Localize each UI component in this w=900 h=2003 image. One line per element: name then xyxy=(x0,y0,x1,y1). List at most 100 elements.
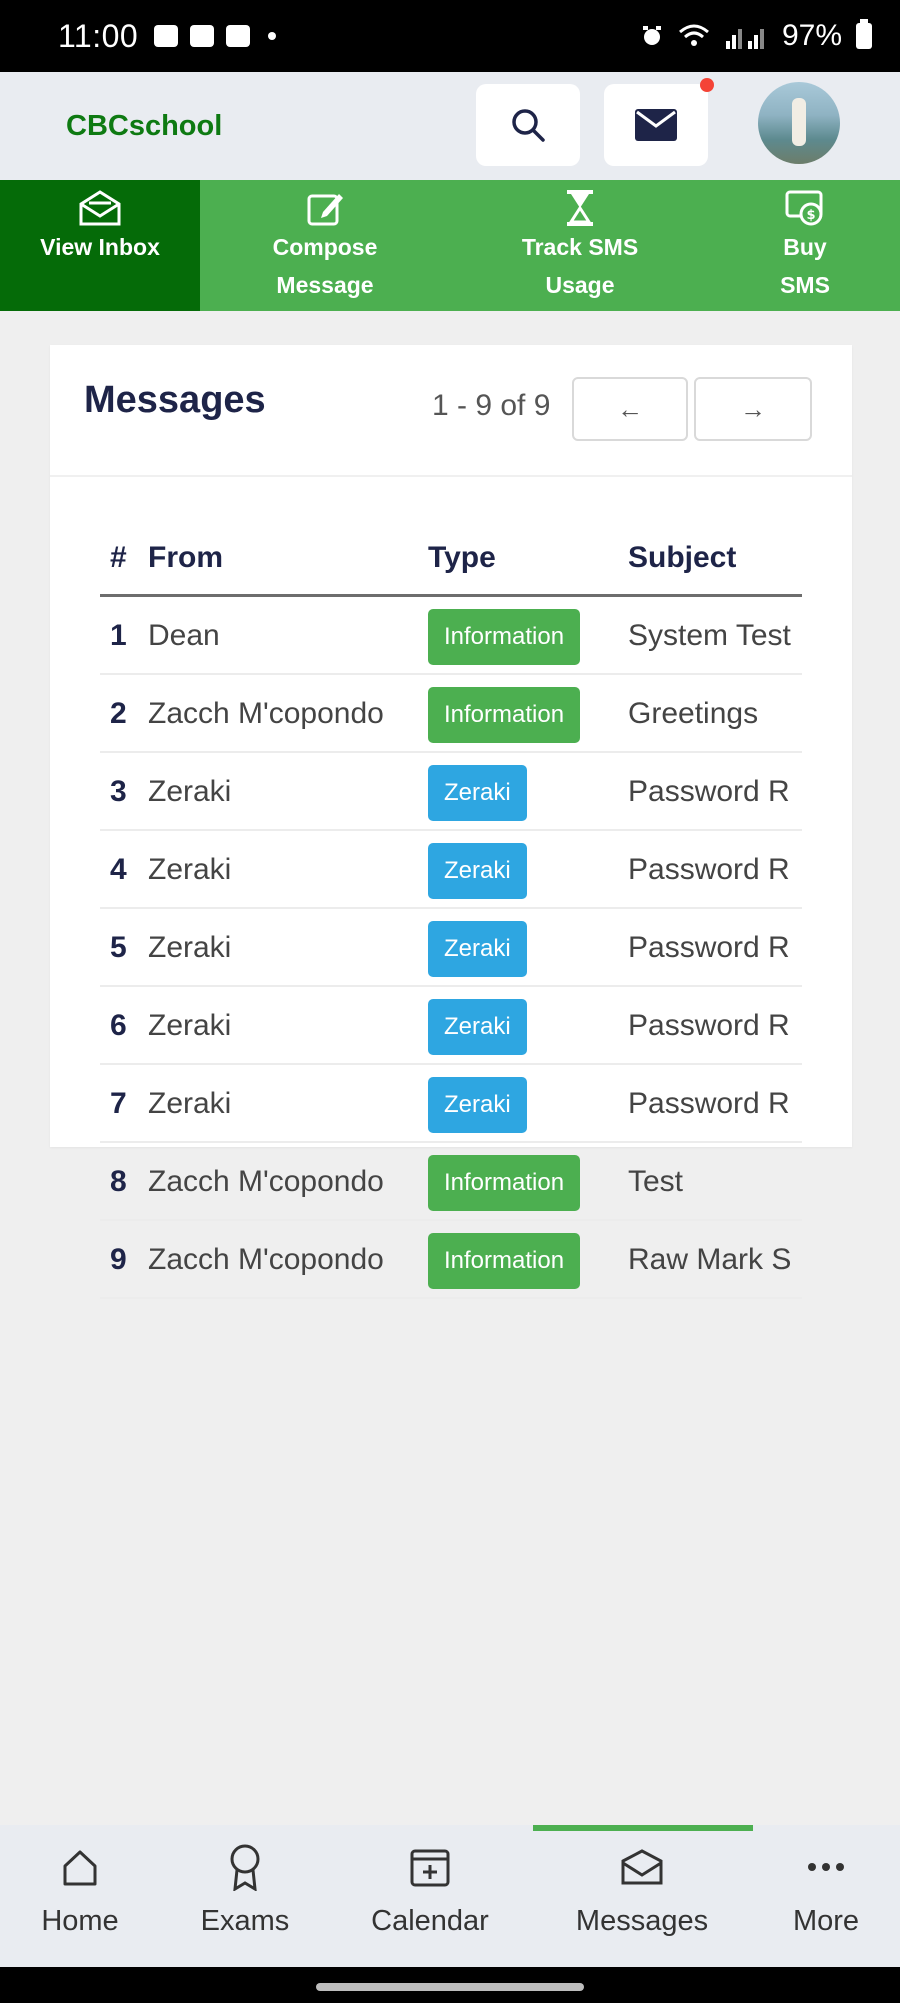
table-row[interactable]: 3 Zeraki Zeraki Password R xyxy=(100,753,802,831)
avatar[interactable] xyxy=(758,82,840,164)
message-type-badge: Information xyxy=(428,609,581,665)
svg-text:$: $ xyxy=(806,208,815,223)
nav-home-label: Home xyxy=(41,1905,119,1937)
message-type-badge: Information xyxy=(428,1155,581,1211)
next-page-button[interactable]: → xyxy=(694,377,812,441)
status-time: 11:00 xyxy=(58,17,139,54)
calendar-icon xyxy=(410,1849,450,1887)
row-subject: Password R xyxy=(628,853,790,886)
row-number: 4 xyxy=(110,853,127,886)
arrow-left-icon: ← xyxy=(617,393,643,424)
row-subject: Password R xyxy=(628,775,790,808)
row-number: 9 xyxy=(110,1243,127,1276)
table-row[interactable]: 5 Zeraki Zeraki Password R xyxy=(100,909,802,987)
nav-exams-label: Exams xyxy=(200,1905,290,1937)
envelope-icon xyxy=(621,1849,663,1885)
table-row[interactable]: 9 Zacch M'copondo Information Raw Mark S xyxy=(100,1221,802,1299)
table-row[interactable]: 6 Zeraki Zeraki Password R xyxy=(100,987,802,1065)
compose-message-label: Compose Message xyxy=(272,234,378,298)
bottom-navigation: Home Exams Calendar Messages More xyxy=(0,1825,900,1967)
row-sender: Zeraki xyxy=(148,1009,232,1042)
search-icon xyxy=(512,109,545,142)
column-header-type[interactable]: Type xyxy=(428,541,496,575)
app-header: CBCschool xyxy=(0,72,900,180)
message-type-badge: Information xyxy=(428,1233,581,1289)
view-inbox-button[interactable]: View Inbox xyxy=(0,180,200,311)
message-type-badge: Zeraki xyxy=(428,999,527,1055)
messages-card: Messages 1 - 9 of 9 ← → # From Type Subj… xyxy=(50,345,852,1299)
nav-messages-label: Messages xyxy=(575,1905,709,1937)
calendar-notification-icon xyxy=(226,25,251,47)
search-button[interactable] xyxy=(476,84,580,166)
message-type-badge: Zeraki xyxy=(428,921,527,977)
row-number: 7 xyxy=(110,1087,127,1120)
row-number: 5 xyxy=(110,931,127,964)
table-row[interactable]: 4 Zeraki Zeraki Password R xyxy=(100,831,802,909)
column-header-from[interactable]: From xyxy=(148,541,223,575)
system-icons: 97% xyxy=(640,19,872,53)
hourglass-icon xyxy=(567,190,593,226)
message-type-badge: Zeraki xyxy=(428,765,527,821)
track-sms-usage-label: Track SMS Usage xyxy=(521,234,639,298)
home-gesture-handle[interactable] xyxy=(316,1983,584,1991)
row-number: 3 xyxy=(110,775,127,808)
nav-more[interactable]: More xyxy=(780,1825,872,1967)
card-divider xyxy=(50,475,852,477)
gesture-navigation-bar xyxy=(0,1967,900,2003)
nav-calendar[interactable]: Calendar xyxy=(360,1825,500,1967)
row-sender: Zacch M'copondo xyxy=(148,697,384,730)
message-action-bar: View Inbox Compose Message Track SMS Usa… xyxy=(0,180,900,311)
alarm-icon xyxy=(642,26,661,45)
row-subject: Password R xyxy=(628,931,790,964)
message-type-badge: Zeraki xyxy=(428,843,527,899)
message-type-badge: Zeraki xyxy=(428,1077,527,1133)
battery-icon xyxy=(856,19,872,49)
award-icon xyxy=(230,1844,260,1891)
avatar-photo xyxy=(792,98,806,146)
previous-page-button[interactable]: ← xyxy=(572,377,688,441)
row-sender: Zacch M'copondo xyxy=(148,1243,384,1276)
nav-exams[interactable]: Exams xyxy=(188,1825,302,1967)
arrow-right-icon: → xyxy=(740,393,766,424)
row-subject: Password R xyxy=(628,1009,790,1042)
buy-sms-button[interactable]: $ Buy SMS xyxy=(710,180,900,311)
buy-sms-label: Buy SMS xyxy=(780,234,830,298)
edit-icon xyxy=(307,194,343,226)
pagination-range: 1 - 9 of 9 xyxy=(432,389,551,422)
row-sender: Zeraki xyxy=(148,853,232,886)
mail-button[interactable] xyxy=(604,78,714,166)
youtube-notification-icon xyxy=(190,25,215,47)
messages-table: # From Type Subject 1 Dean Information Syst… xyxy=(100,523,802,1299)
signal-icon xyxy=(725,29,764,49)
table-row[interactable]: 8 Zacch M'copondo Information Test xyxy=(100,1143,802,1221)
gallery-notification-icon xyxy=(154,25,179,47)
message-type-badge: Information xyxy=(428,687,581,743)
row-subject: System Test xyxy=(628,619,791,652)
compose-message-button[interactable]: Compose Message xyxy=(200,180,450,311)
status-bar: 11:00 97% xyxy=(0,0,900,72)
more-notifications-dot xyxy=(268,32,277,40)
column-header-subject[interactable]: Subject xyxy=(628,541,736,575)
table-row[interactable]: 2 Zacch M'copondo Information Greetings xyxy=(100,675,802,753)
active-tab-indicator xyxy=(533,1825,753,1831)
column-header-number[interactable]: # xyxy=(110,541,127,575)
nav-home[interactable]: Home xyxy=(28,1825,132,1967)
view-inbox-label: View Inbox xyxy=(40,234,160,260)
nav-calendar-label: Calendar xyxy=(371,1905,489,1937)
table-header: # From Type Subject xyxy=(100,523,802,597)
nav-messages[interactable]: Messages xyxy=(556,1825,728,1967)
notification-icons xyxy=(154,25,277,47)
row-number: 6 xyxy=(110,1009,127,1042)
table-row[interactable]: 7 Zeraki Zeraki Password R xyxy=(100,1065,802,1143)
row-number: 8 xyxy=(110,1165,127,1198)
battery-percent: 97% xyxy=(781,19,842,52)
track-sms-usage-button[interactable]: Track SMS Usage xyxy=(450,180,710,311)
nav-more-label: More xyxy=(792,1905,860,1937)
table-row[interactable]: 1 Dean Information System Test xyxy=(100,597,802,675)
buy-sms-icon: $ xyxy=(785,190,823,226)
row-sender: Zeraki xyxy=(148,1087,232,1120)
brand-name[interactable]: CBCschool xyxy=(66,110,222,143)
more-icon xyxy=(808,1863,844,1871)
home-icon xyxy=(63,1850,97,1886)
notification-dot xyxy=(700,78,714,92)
